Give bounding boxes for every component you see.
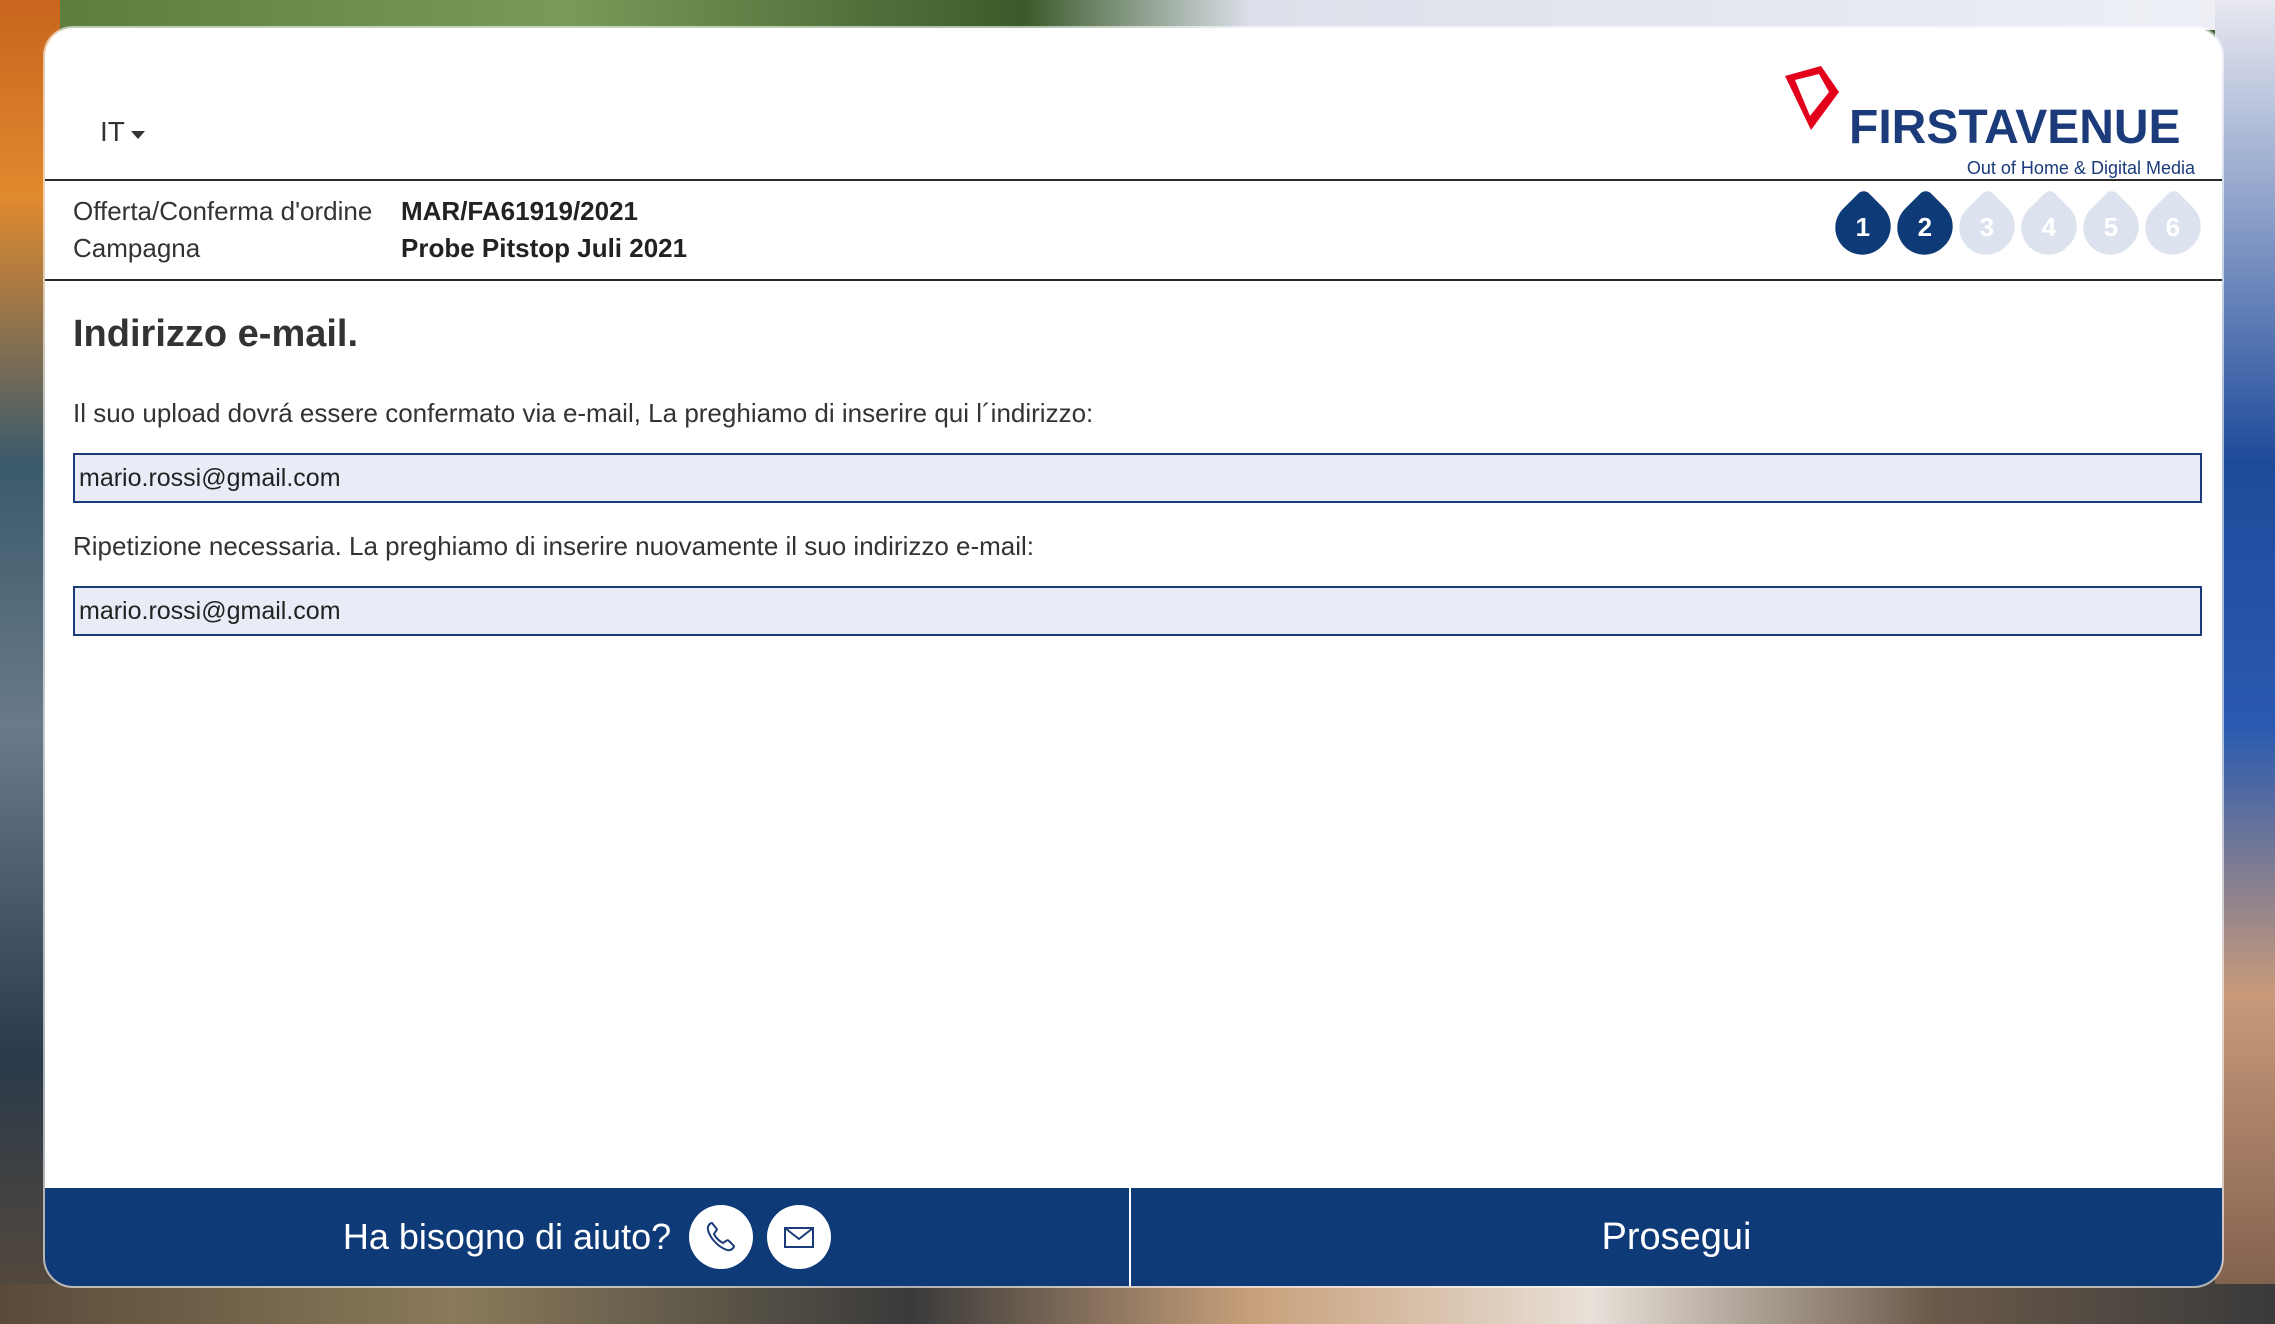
language-label: IT: [100, 116, 125, 147]
step-5: 5: [2072, 188, 2150, 266]
phone-icon: [706, 1221, 736, 1252]
header: IT FIRSTAVENUE Out of Home & Digital Med…: [45, 28, 2222, 181]
logo-wordmark: FIRSTAVENUE: [1849, 101, 2181, 154]
background-photo-bottom: [0, 1284, 2275, 1324]
upload-dialog: IT FIRSTAVENUE Out of Home & Digital Med…: [45, 28, 2222, 1286]
background-photo-top: [0, 0, 2275, 30]
step-2: 2: [1886, 188, 1964, 266]
language-selector[interactable]: IT: [100, 116, 145, 148]
logo-tagline: Out of Home & Digital Media: [1966, 158, 2195, 178]
repeat-email-instruction: Ripetizione necessaria. La preghiamo di …: [73, 531, 1035, 561]
mail-button[interactable]: [767, 1205, 832, 1269]
phone-button[interactable]: [689, 1205, 754, 1269]
email-instruction: Il suo upload dovrá essere confermato vi…: [73, 398, 1094, 428]
email-field[interactable]: [73, 453, 2202, 503]
caret-down-icon: [130, 131, 145, 139]
email-repeat-field[interactable]: [73, 586, 2202, 636]
logo-mark-icon: [1785, 66, 1839, 130]
campaign-name: Probe Pitstop Juli 2021: [401, 233, 688, 263]
step-3: 3: [1948, 188, 2026, 266]
footer-bar: Ha bisogno di aiuto? Prosegui: [45, 1188, 2222, 1286]
order-label: Offerta/Conferma d'ordine: [73, 196, 373, 226]
mail-icon: [784, 1227, 815, 1248]
order-info-values: MAR/FA61919/2021 Probe Pitstop Juli 2021: [401, 193, 687, 267]
step-4: 4: [2010, 188, 2088, 266]
step-6: 6: [2134, 188, 2212, 266]
help-text: Ha bisogno di aiuto?: [342, 1216, 672, 1257]
firstavenue-logo: FIRSTAVENUE Out of Home & Digital Media: [1777, 58, 2197, 178]
order-number: MAR/FA61919/2021: [401, 196, 639, 226]
help-section: Ha bisogno di aiuto?: [45, 1188, 1131, 1286]
continue-button[interactable]: Prosegui: [1131, 1188, 2222, 1286]
step-indicator: 1 2 3 4 5 6: [1824, 188, 2212, 266]
step-1: 1: [1824, 188, 1902, 266]
order-info-bar: Offerta/Conferma d'ordine Campagna MAR/F…: [45, 181, 2222, 281]
background-photo-right: [2215, 0, 2275, 1324]
page-title: Indirizzo e-mail.: [73, 313, 359, 355]
campaign-label: Campagna: [73, 233, 201, 263]
email-form: Indirizzo e-mail. Il suo upload dovrá es…: [73, 313, 2204, 636]
order-info-labels: Offerta/Conferma d'ordine Campagna: [73, 193, 372, 267]
